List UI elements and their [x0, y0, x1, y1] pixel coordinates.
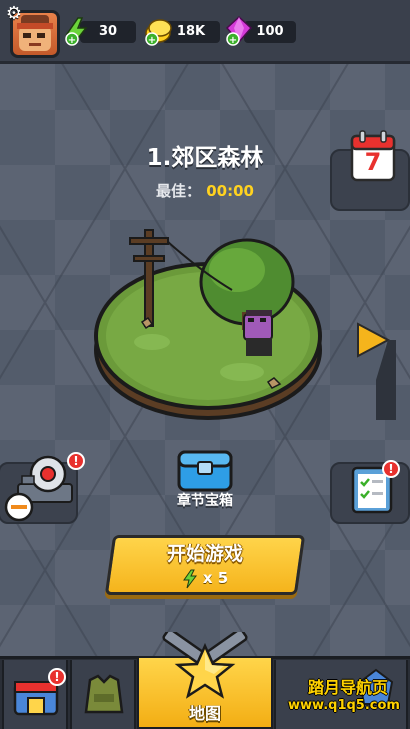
forest-island-map[interactable]	[92, 222, 324, 426]
shop-alert-badge: !	[48, 668, 66, 686]
purple-gem-icon: +	[225, 15, 253, 46]
settings-gear-icon[interactable]: ⚙	[4, 4, 24, 24]
side-bracket	[376, 340, 396, 420]
start-game-label: 开始游戏	[166, 543, 243, 565]
tasks-alert-badge: !	[382, 460, 400, 478]
svg-text:+: +	[229, 35, 237, 46]
best-time-label: 最佳：	[156, 182, 202, 200]
energy-cost-icon	[182, 569, 197, 588]
energy-bolt-icon: +	[65, 17, 88, 47]
gold-coins-icon: +	[145, 19, 172, 46]
start-game-content: 开始游戏 x 5	[109, 535, 301, 595]
watermark-title: 踏月导航页	[307, 678, 388, 697]
start-cost-value: x 5	[202, 569, 229, 587]
calendar-day: 7	[364, 148, 382, 176]
map-crossed-guns-icon	[162, 632, 248, 699]
nav-map-label: 地图	[188, 704, 221, 723]
best-time-value: 00:00	[206, 182, 254, 200]
start-cost-row: x 5	[109, 568, 301, 589]
svg-text:+: +	[68, 35, 76, 46]
chapter-chest-label: 章节宝箱	[177, 493, 233, 509]
svg-text:+: +	[148, 35, 156, 46]
watermark-url: www.q1q5.com	[288, 698, 400, 713]
armor-vest-icon	[84, 674, 124, 714]
chapter-chest-icon[interactable]	[176, 448, 234, 494]
timer-icon	[4, 492, 34, 522]
zombie-enemy-icon	[243, 310, 273, 356]
robot-alert-badge: !	[67, 452, 85, 470]
